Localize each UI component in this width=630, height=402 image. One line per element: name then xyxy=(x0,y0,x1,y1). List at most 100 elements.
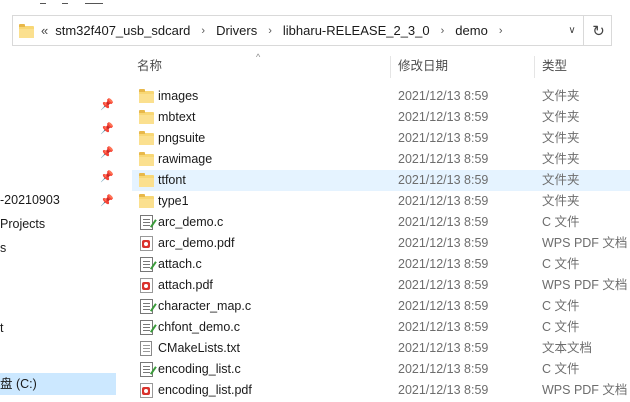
file-name: ttfont xyxy=(158,173,186,187)
nav-item[interactable] xyxy=(0,94,116,116)
table-row[interactable]: attach.pdf 2021/12/13 8:59 WPS PDF 文档 xyxy=(132,275,630,296)
breadcrumb-item[interactable]: demo xyxy=(453,23,490,38)
overflow-chevron-icon[interactable]: « xyxy=(41,23,48,38)
file-type: C 文件 xyxy=(542,215,580,229)
folder-icon xyxy=(139,194,154,209)
file-name: rawimage xyxy=(158,152,213,166)
folder-icon xyxy=(139,173,154,188)
c-file-icon xyxy=(139,299,154,314)
table-row[interactable]: arc_demo.c 2021/12/13 8:59 C 文件 xyxy=(132,212,630,233)
table-row[interactable]: mbtext 2021/12/13 8:59 文件夹 xyxy=(132,107,630,128)
pin-icon: 📌 xyxy=(100,147,114,159)
column-header-type[interactable]: 类型 xyxy=(542,52,567,80)
chevron-right-icon[interactable]: › xyxy=(499,25,503,37)
breadcrumb-item[interactable]: Drivers xyxy=(214,23,259,38)
table-row[interactable]: images 2021/12/13 8:59 文件夹 xyxy=(132,86,630,107)
file-date: 2021/12/13 8:59 xyxy=(398,110,489,124)
breadcrumb: « stm32f407_usb_sdcard › Drivers › libha… xyxy=(41,16,611,45)
nav-item-t[interactable]: t xyxy=(0,317,116,339)
file-name: arc_demo.c xyxy=(158,215,224,229)
table-row[interactable]: attach.c 2021/12/13 8:59 C 文件 xyxy=(132,254,630,275)
column-divider[interactable] xyxy=(534,56,535,78)
nav-item-20210903[interactable]: -20210903 xyxy=(0,189,116,211)
file-name: type1 xyxy=(158,194,189,208)
file-type: 文本文档 xyxy=(542,341,593,355)
file-name: encoding_list.pdf xyxy=(158,383,252,397)
table-row[interactable]: encoding_list.c 2021/12/13 8:59 C 文件 xyxy=(132,359,630,380)
pdf-file-icon xyxy=(139,383,154,398)
file-name: attach.pdf xyxy=(158,278,213,292)
table-row[interactable]: encoding_list.pdf 2021/12/13 8:59 WPS PD… xyxy=(132,380,630,401)
pdf-file-icon xyxy=(139,278,154,293)
table-row[interactable]: CMakeLists.txt 2021/12/13 8:59 文本文档 xyxy=(132,338,630,359)
breadcrumb-item[interactable]: stm32f407_usb_sdcard xyxy=(53,23,192,38)
file-name: encoding_list.c xyxy=(158,362,241,376)
nav-item-s[interactable]: s xyxy=(0,237,116,259)
address-bar[interactable]: « stm32f407_usb_sdcard › Drivers › libha… xyxy=(12,15,612,46)
file-date: 2021/12/13 8:59 xyxy=(398,299,489,313)
file-type: C 文件 xyxy=(542,362,580,376)
chevron-right-icon[interactable]: › xyxy=(268,25,272,37)
pin-icon: 📌 xyxy=(100,123,114,135)
file-name: attach.c xyxy=(158,257,202,271)
chevron-right-icon[interactable]: › xyxy=(441,25,445,37)
file-type: WPS PDF 文档 xyxy=(542,383,628,397)
file-type: WPS PDF 文档 xyxy=(542,278,628,292)
file-date: 2021/12/13 8:59 xyxy=(398,257,489,271)
file-name: pngsuite xyxy=(158,131,206,145)
file-name: mbtext xyxy=(158,110,196,124)
file-name: images xyxy=(158,89,199,103)
navigation-pane: 📌 📌 📌 📌 📌 -20210903 Projects s t 盘 (C:) xyxy=(0,48,116,402)
file-type: 文件夹 xyxy=(542,89,580,103)
file-date: 2021/12/13 8:59 xyxy=(398,362,489,376)
table-row[interactable]: arc_demo.pdf 2021/12/13 8:59 WPS PDF 文档 xyxy=(132,233,630,254)
nav-item-drive-c[interactable]: 盘 (C:) xyxy=(0,373,116,395)
c-file-icon xyxy=(139,320,154,335)
chevron-right-icon[interactable]: › xyxy=(201,25,205,37)
table-row[interactable]: chfont_demo.c 2021/12/13 8:59 C 文件 xyxy=(132,317,630,338)
file-date: 2021/12/13 8:59 xyxy=(398,194,489,208)
file-type: 文件夹 xyxy=(542,152,580,166)
file-date: 2021/12/13 8:59 xyxy=(398,89,489,103)
table-row[interactable]: rawimage 2021/12/13 8:59 文件夹 xyxy=(132,149,630,170)
file-date: 2021/12/13 8:59 xyxy=(398,341,489,355)
file-date: 2021/12/13 8:59 xyxy=(398,278,489,292)
file-name: chfont_demo.c xyxy=(158,320,240,334)
file-type: 文件夹 xyxy=(542,131,580,145)
c-file-icon xyxy=(139,362,154,377)
file-name: character_map.c xyxy=(158,299,252,313)
table-row[interactable]: ttfont 2021/12/13 8:59 文件夹 xyxy=(132,170,630,191)
pdf-file-icon xyxy=(139,236,154,251)
table-row[interactable]: character_map.c 2021/12/13 8:59 C 文件 xyxy=(132,296,630,317)
table-row[interactable]: type1 2021/12/13 8:59 文件夹 xyxy=(132,191,630,212)
folder-icon xyxy=(139,152,154,167)
nav-item-projects[interactable]: Projects xyxy=(0,213,116,235)
column-divider[interactable] xyxy=(390,56,391,78)
table-row[interactable]: pngsuite 2021/12/13 8:59 文件夹 xyxy=(132,128,630,149)
sort-ascending-icon: ^ xyxy=(256,52,261,62)
column-header-name[interactable]: 名称 xyxy=(137,52,162,80)
file-date: 2021/12/13 8:59 xyxy=(398,173,489,187)
file-type: 文件夹 xyxy=(542,173,580,187)
file-date: 2021/12/13 8:59 xyxy=(398,320,489,334)
file-date: 2021/12/13 8:59 xyxy=(398,152,489,166)
file-date: 2021/12/13 8:59 xyxy=(398,383,489,397)
column-header-date[interactable]: 修改日期 xyxy=(398,52,448,80)
file-type: 文件夹 xyxy=(542,194,580,208)
file-date: 2021/12/13 8:59 xyxy=(398,236,489,250)
refresh-button[interactable]: ↻ xyxy=(583,16,613,45)
c-file-icon xyxy=(139,215,154,230)
file-name: arc_demo.pdf xyxy=(158,236,235,250)
folder-icon xyxy=(139,110,154,125)
folder-icon xyxy=(139,131,154,146)
pin-icon: 📌 xyxy=(100,99,114,111)
file-type: WPS PDF 文档 xyxy=(542,236,628,250)
file-type: C 文件 xyxy=(542,299,580,313)
folder-icon xyxy=(19,24,35,38)
file-type: C 文件 xyxy=(542,320,580,334)
file-type: 文件夹 xyxy=(542,110,580,124)
address-dropdown-icon[interactable]: ∨ xyxy=(561,16,583,45)
file-name: CMakeLists.txt xyxy=(158,341,240,355)
breadcrumb-item[interactable]: libharu-RELEASE_2_3_0 xyxy=(281,23,432,38)
file-date: 2021/12/13 8:59 xyxy=(398,215,489,229)
